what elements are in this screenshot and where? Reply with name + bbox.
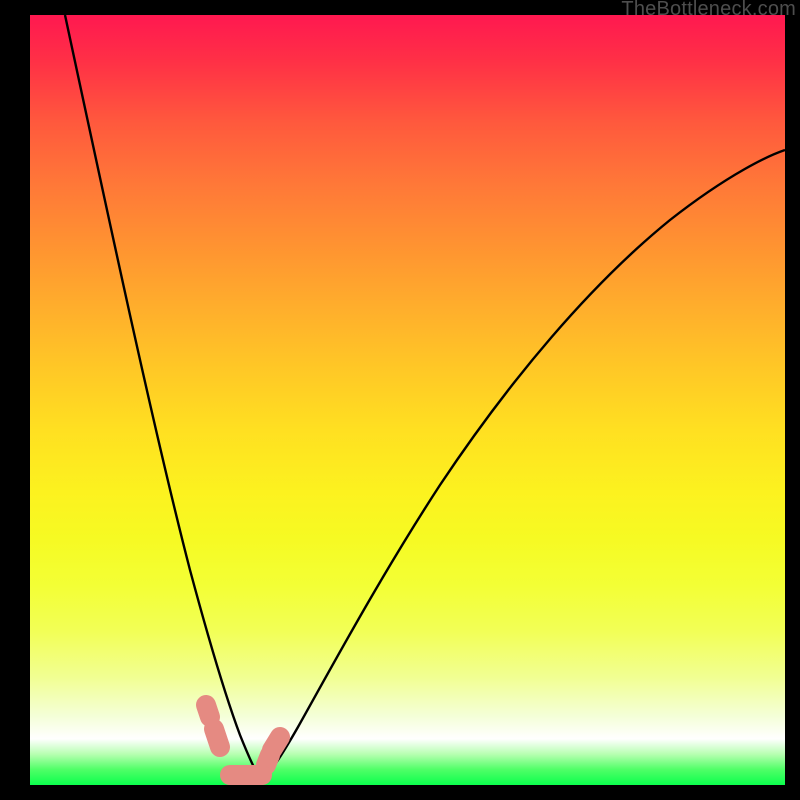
watermark-text: TheBottleneck.com [621,0,796,21]
marker-left-upper [206,705,210,717]
chart-frame [30,15,785,785]
curve-left-branch [65,15,262,781]
curve-right-branch [262,150,785,781]
chart-svg [30,15,785,785]
marker-right-lower [266,755,270,765]
marker-left-lower [214,729,220,747]
